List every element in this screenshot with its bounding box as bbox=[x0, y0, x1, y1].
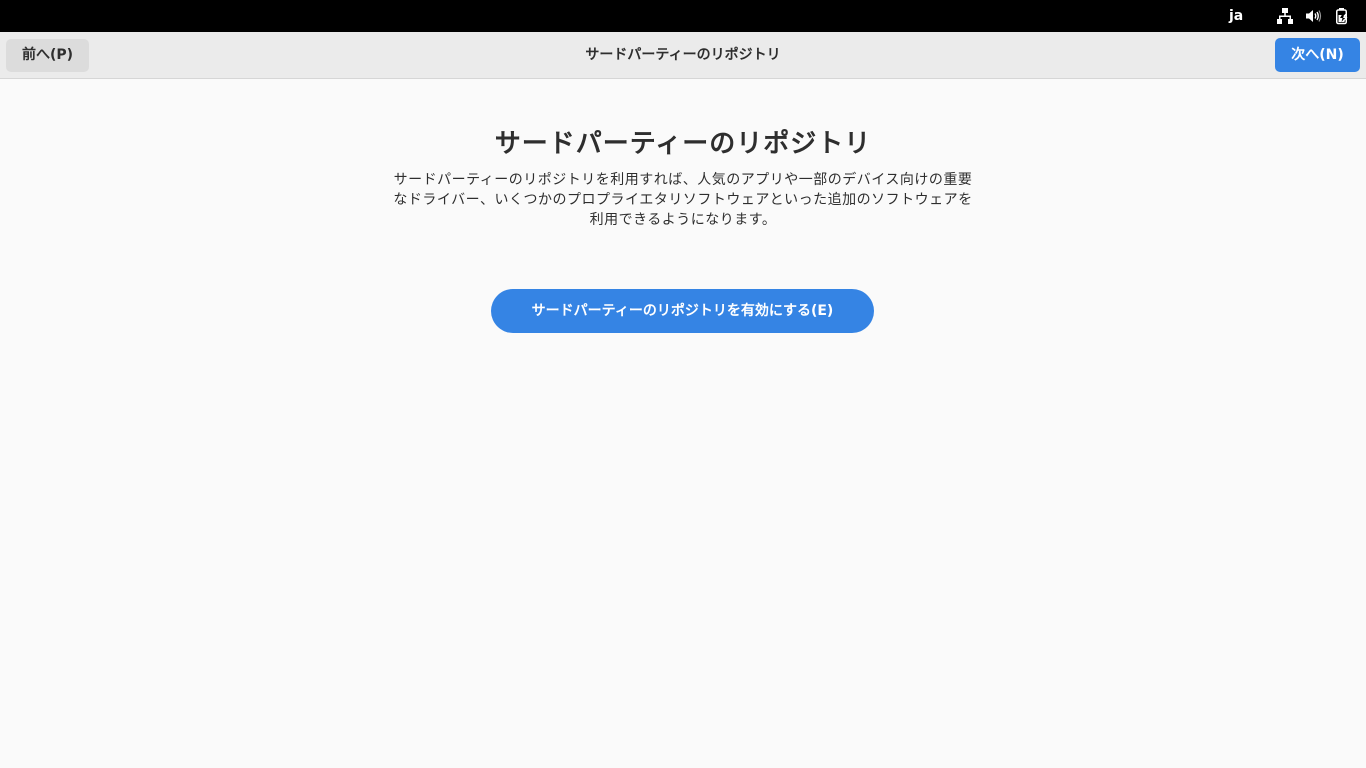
next-button[interactable]: 次へ(N) bbox=[1275, 38, 1360, 72]
page-description: サードパーティーのリポジトリを利用すれば、人気のアプリや一部のデバイス向けの重要… bbox=[393, 172, 973, 228]
enable-third-party-repositories-button[interactable]: サードパーティーのリポジトリを有効にする(E) bbox=[491, 289, 874, 333]
volume-icon[interactable] bbox=[1304, 7, 1322, 25]
main-content: サードパーティーのリポジトリ サードパーティーのリポジトリを利用すれば、人気のア… bbox=[0, 79, 1366, 768]
top-panel: ja bbox=[0, 0, 1366, 32]
input-language-indicator[interactable]: ja bbox=[1229, 7, 1243, 25]
header-title: サードパーティーのリポジトリ bbox=[585, 47, 781, 63]
header-bar: サードパーティーのリポジトリ 前へ(P) 次へ(N) bbox=[0, 32, 1366, 79]
battery-charging-icon[interactable] bbox=[1333, 7, 1351, 25]
network-wired-icon[interactable] bbox=[1276, 7, 1294, 25]
page-title: サードパーティーのリポジトリ bbox=[494, 129, 872, 159]
previous-button[interactable]: 前へ(P) bbox=[6, 39, 89, 72]
